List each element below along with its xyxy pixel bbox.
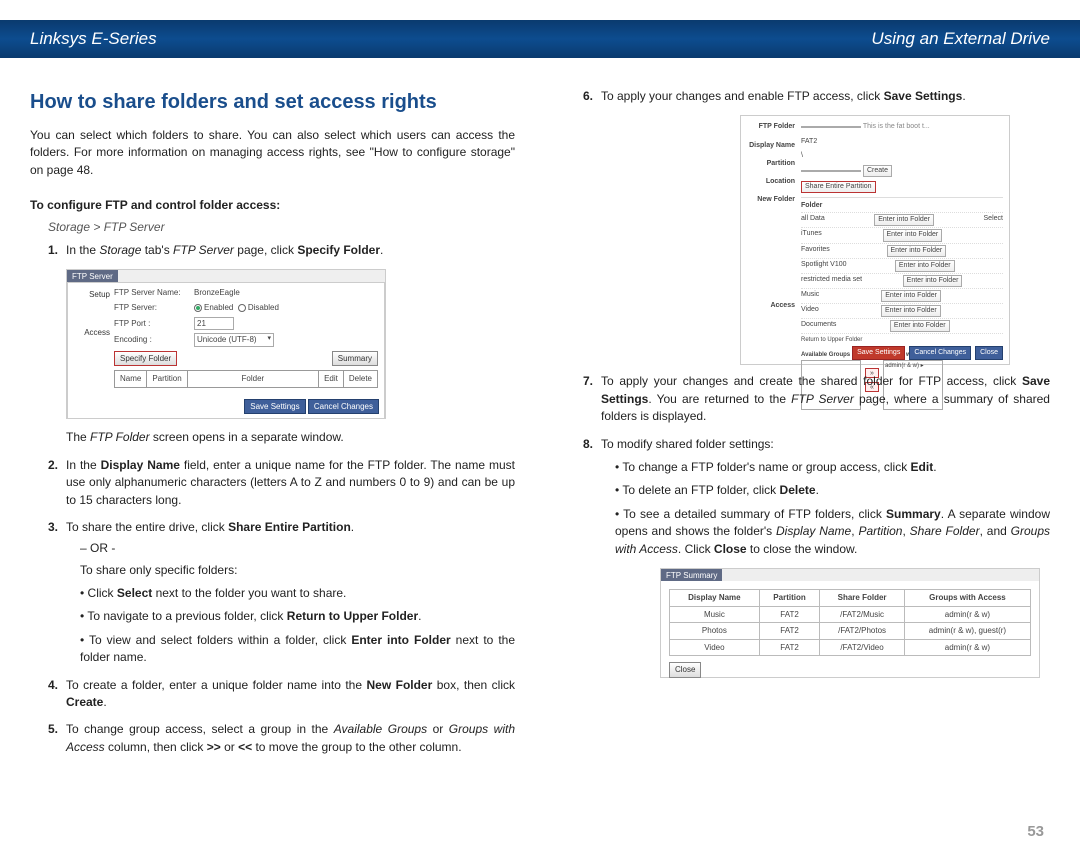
cancel-changes-button[interactable]: Cancel Changes <box>308 399 379 415</box>
or-divider: – OR - <box>80 540 515 557</box>
folder-row: DocumentsEnter into Folder <box>801 319 1003 334</box>
save-settings-button-2[interactable]: Save Settings <box>852 346 905 360</box>
step-1: 1.In the Storage tab's FTP Server page, … <box>48 242 515 259</box>
radio-disabled[interactable] <box>238 304 246 312</box>
list-item: To change a FTP folder's name or group a… <box>615 459 1050 476</box>
encoding-select[interactable]: Unicode (UTF-8) <box>194 333 274 347</box>
close-summary-button[interactable]: Close <box>669 662 701 678</box>
folder-row: all DataEnter into FolderSelect <box>801 213 1003 228</box>
display-name-input[interactable] <box>801 126 861 128</box>
intro-text: You can select which folders to share. Y… <box>30 127 515 179</box>
close-button[interactable]: Close <box>975 346 1003 360</box>
step-7: 7.To apply your changes and create the s… <box>583 373 1050 425</box>
create-button[interactable]: Create <box>863 165 892 177</box>
enter-folder-button[interactable]: Enter into Folder <box>883 229 943 241</box>
cancel-changes-button-2[interactable]: Cancel Changes <box>909 346 971 360</box>
summary-button[interactable]: Summary <box>332 351 378 367</box>
enter-folder-button[interactable]: Enter into Folder <box>890 320 950 332</box>
nav-access: Access <box>72 327 110 339</box>
specify-folder-button[interactable]: Specify Folder <box>114 351 177 367</box>
step-6: 6.To apply your changes and enable FTP a… <box>583 88 1050 105</box>
enter-folder-button[interactable]: Enter into Folder <box>881 305 941 317</box>
screenshot-ftp-summary: FTP Summary Display NamePartitionShare F… <box>660 568 1040 678</box>
note-ftp-folder: The FTP Folder screen opens in a separat… <box>66 429 515 446</box>
step-4: 4.To create a folder, enter a unique fol… <box>48 677 515 712</box>
list-item: To see a detailed summary of FTP folders… <box>615 506 1050 558</box>
subheading: To configure FTP and control folder acce… <box>30 197 515 214</box>
enter-folder-button[interactable]: Enter into Folder <box>887 245 947 257</box>
screenshot-ftp-folder: FTP Folder Display Name Partition Locati… <box>740 115 1010 365</box>
page-number: 53 <box>1027 823 1044 840</box>
folder-row: FavoritesEnter into Folder <box>801 244 1003 259</box>
summary-table: Display NamePartitionShare FolderGroups … <box>669 589 1031 656</box>
table-row: MusicFAT2/FAT2/Musicadmin(r & w) <box>670 606 1031 623</box>
list-item: To navigate to a previous folder, click … <box>80 608 515 625</box>
step-5: 5.To change group access, select a group… <box>48 721 515 756</box>
step-2: 2.In the Display Name field, enter a uni… <box>48 457 515 509</box>
enter-folder-button[interactable]: Enter into Folder <box>881 290 941 302</box>
enter-folder-button[interactable]: Enter into Folder <box>903 275 963 287</box>
table-row: PhotosFAT2/FAT2/Photosadmin(r & w), gues… <box>670 623 1031 640</box>
folder-table-header: Name Partition Folder Edit Delete <box>114 370 378 388</box>
header-left: Linksys E-Series <box>30 29 157 49</box>
return-upper-link[interactable]: Return to Upper Folder <box>801 336 1003 345</box>
folder-row: Spotlight V100Enter into Folder <box>801 259 1003 274</box>
list-item: To view and select folders within a fold… <box>80 632 515 667</box>
screenshot-ftp-server: FTP Server Setup Access FTP Server Name:… <box>66 269 386 419</box>
folder-row: restricted media setEnter into Folder <box>801 274 1003 289</box>
enter-folder-button[interactable]: Enter into Folder <box>895 260 955 272</box>
enter-folder-button[interactable]: Enter into Folder <box>874 214 934 226</box>
header-right: Using an External Drive <box>871 29 1050 49</box>
right-column: 6.To apply your changes and enable FTP a… <box>565 88 1050 766</box>
list-item: Click Select next to the folder you want… <box>80 585 515 602</box>
table-row: VideoFAT2/FAT2/Videoadmin(r & w) <box>670 639 1031 656</box>
list-item: To delete an FTP folder, click Delete. <box>615 482 1050 499</box>
radio-enabled[interactable] <box>194 304 202 312</box>
ftp-port-input[interactable]: 21 <box>194 317 234 331</box>
new-folder-input[interactable] <box>801 170 861 172</box>
nav-setup: Setup <box>72 289 110 301</box>
left-column: How to share folders and set access righ… <box>30 88 515 766</box>
save-settings-button[interactable]: Save Settings <box>244 399 305 415</box>
share-only-text: To share only specific folders: <box>80 562 515 579</box>
step-3: 3.To share the entire drive, click Share… <box>48 519 515 667</box>
breadcrumb: Storage > FTP Server <box>48 219 515 236</box>
page-title: How to share folders and set access righ… <box>30 88 515 117</box>
share-entire-button[interactable]: Share Entire Partition <box>801 181 876 193</box>
header-bar: Linksys E-Series Using an External Drive <box>0 20 1080 58</box>
folder-row: MusicEnter into Folder <box>801 289 1003 304</box>
folder-row: VideoEnter into Folder <box>801 304 1003 319</box>
step-8: 8.To modify shared folder settings: To c… <box>583 436 1050 558</box>
folder-row: iTunesEnter into Folder <box>801 228 1003 243</box>
